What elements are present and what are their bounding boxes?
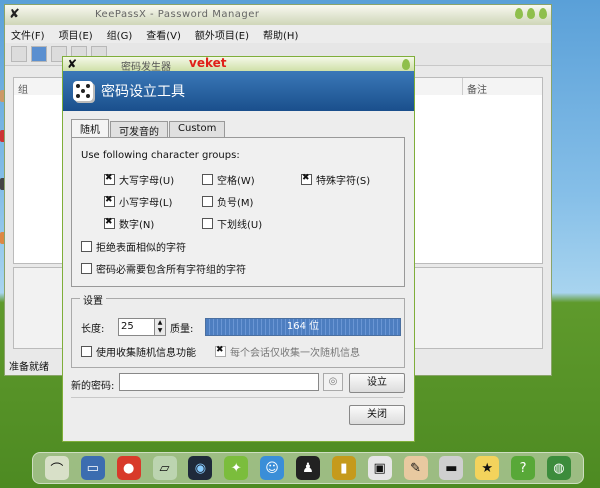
main-window-title: KeePassX - Password Manager (95, 9, 260, 20)
window-controls (515, 8, 547, 19)
password-generator-dialog: ✘ 密码发生器 veket 密码设立工具 随机 可发音的 Custom Use … (62, 56, 415, 442)
checkbox-label: 负号(M) (217, 198, 254, 209)
checkbox-label: 特殊字符(S) (316, 176, 371, 187)
spin-down-icon[interactable]: ▼ (155, 327, 165, 335)
checkbox-label: 空格(W) (217, 176, 255, 187)
dialog-header-title: 密码设立工具 (101, 84, 185, 100)
char-groups-label: Use following character groups: (81, 150, 240, 161)
length-label: 长度: (81, 324, 105, 335)
card-icon[interactable]: ★ (475, 456, 500, 480)
every-group-checkbox[interactable]: 密码必需要包含所有字符组的字符 (81, 261, 246, 276)
entropy-checkbox[interactable]: 使用收集随机信息功能 (81, 344, 196, 359)
qq-penguin-icon[interactable]: ♟ (295, 456, 320, 480)
quality-bar: 164 位 (205, 318, 401, 336)
checkbox-label: 大写字母(U) (119, 176, 175, 187)
checkbox-box[interactable] (301, 173, 312, 185)
usb-icon[interactable]: ▬ (439, 456, 464, 480)
menu-view[interactable]: 查看(V) (146, 27, 181, 42)
digits-checkbox[interactable]: 数字(N) (104, 216, 154, 231)
new-password-label: 新的密码: (71, 381, 115, 392)
checkbox-box[interactable] (81, 241, 92, 252)
webcam-icon[interactable]: ◍ (546, 456, 571, 480)
chat-icon[interactable]: ☺ (260, 456, 285, 480)
open-database-icon[interactable] (31, 46, 47, 62)
menubar: 文件(F) 项目(E) 组(G) 查看(V) 额外项目(E) 帮助(H) (5, 25, 551, 43)
generate-button[interactable]: 设立 (349, 373, 405, 393)
exclude-lookalike-checkbox[interactable]: 拒绝表面相似的字符 (81, 239, 186, 254)
menu-group[interactable]: 组(G) (107, 27, 133, 42)
dock: ⌒ ▭ ● ▱ ◉ ✦ ☺ ♟ ▮ ▣ ✎ ▬ ★ ? ◍ (32, 452, 584, 484)
main-titlebar[interactable]: ✘ KeePassX - Password Manager (5, 5, 551, 25)
media-player-icon[interactable]: ◉ (188, 456, 213, 480)
dialog-close-icon[interactable] (402, 59, 410, 70)
length-value[interactable]: 25 (119, 319, 154, 335)
checkbox-box[interactable] (104, 195, 115, 207)
new-password-field[interactable] (119, 373, 319, 391)
lower-checkbox[interactable]: 小写字母(L) (104, 194, 172, 209)
dock-app-icon[interactable]: ⌒ (44, 456, 69, 480)
app-x-icon: ✘ (9, 7, 20, 22)
menu-help[interactable]: 帮助(H) (263, 27, 298, 42)
checkbox-box[interactable] (202, 196, 213, 207)
settings-group-title: 设置 (80, 292, 106, 307)
underline-checkbox[interactable]: 下划线(U) (202, 216, 262, 231)
image-viewer-icon[interactable]: ▣ (367, 456, 392, 480)
checkbox-box[interactable] (202, 218, 213, 229)
checkbox-label: 密码必需要包含所有字符组的字符 (96, 265, 246, 276)
column-notes[interactable]: 备注 (463, 78, 542, 96)
dialog-header: 密码设立工具 (63, 71, 414, 111)
menu-extras[interactable]: 额外项目(E) (195, 27, 249, 42)
dialog-titlebar[interactable]: ✘ 密码发生器 veket (63, 56, 414, 73)
quality-label: 质量: (170, 324, 194, 335)
spin-arrows: ▲ ▼ (154, 319, 165, 335)
checkbox-label: 拒绝表面相似的字符 (96, 243, 186, 254)
checkbox-box[interactable] (81, 263, 92, 274)
checkbox-label: 小写字母(L) (119, 198, 173, 209)
special-checkbox[interactable]: 特殊字符(S) (301, 172, 370, 187)
notes-icon[interactable]: ▱ (152, 456, 177, 480)
minimize-icon[interactable] (515, 8, 523, 19)
checkbox-label: 使用收集随机信息功能 (96, 348, 196, 359)
tab-random[interactable]: 随机 (71, 119, 109, 138)
help-icon[interactable]: ? (511, 456, 536, 480)
folder-icon[interactable]: ▮ (331, 456, 356, 480)
checkbox-box[interactable] (104, 173, 115, 185)
upper-checkbox[interactable]: 大写字母(U) (104, 172, 174, 187)
generator-tabs: 随机 可发音的 Custom (71, 119, 226, 138)
dice-icon (73, 81, 93, 101)
entropy-once-checkbox: 每个会话仅收集一次随机信息 (215, 344, 360, 359)
checkbox-label: 每个会话仅收集一次随机信息 (230, 348, 360, 359)
close-icon[interactable] (539, 8, 547, 19)
maximize-icon[interactable] (527, 8, 535, 19)
status-text: 准备就绪 (9, 362, 49, 373)
monitor-icon[interactable]: ▭ (80, 456, 105, 480)
overlay-label: veket (189, 56, 227, 70)
space-checkbox[interactable]: 空格(W) (202, 172, 255, 187)
spin-up-icon[interactable]: ▲ (155, 319, 165, 327)
random-tab-panel: Use following character groups: 大写字母(U) … (71, 137, 405, 287)
minus-checkbox[interactable]: 负号(M) (202, 194, 253, 209)
menu-entry[interactable]: 项目(E) (59, 27, 93, 42)
checkbox-box[interactable] (81, 346, 92, 357)
settings-group: 设置 长度: 25 ▲ ▼ 质量: 164 位 使用收集随机信息功能 每个会话仅… (71, 292, 405, 368)
app-x-icon: ✘ (67, 57, 78, 71)
new-database-icon[interactable] (11, 46, 27, 62)
menu-file[interactable]: 文件(F) (11, 27, 45, 42)
checkbox-box[interactable] (202, 174, 213, 185)
length-spinbox[interactable]: 25 ▲ ▼ (118, 318, 166, 336)
tab-pronounceable[interactable]: 可发音的 (110, 121, 168, 138)
eye-icon: ◎ (328, 376, 338, 387)
tab-custom[interactable]: Custom (169, 121, 226, 138)
close-button[interactable]: 关闭 (349, 405, 405, 425)
checkbox-label: 下划线(U) (217, 220, 263, 231)
toggle-visibility-button[interactable]: ◎ (323, 373, 343, 391)
checkbox-label: 数字(N) (119, 220, 155, 231)
game-icon[interactable]: ● (116, 456, 141, 480)
checkbox-box (215, 345, 226, 357)
network-icon[interactable]: ✦ (224, 456, 249, 480)
separator (71, 397, 403, 398)
dialog-title: 密码发生器 (121, 62, 171, 73)
checkbox-box[interactable] (104, 217, 115, 229)
paint-icon[interactable]: ✎ (403, 456, 428, 480)
